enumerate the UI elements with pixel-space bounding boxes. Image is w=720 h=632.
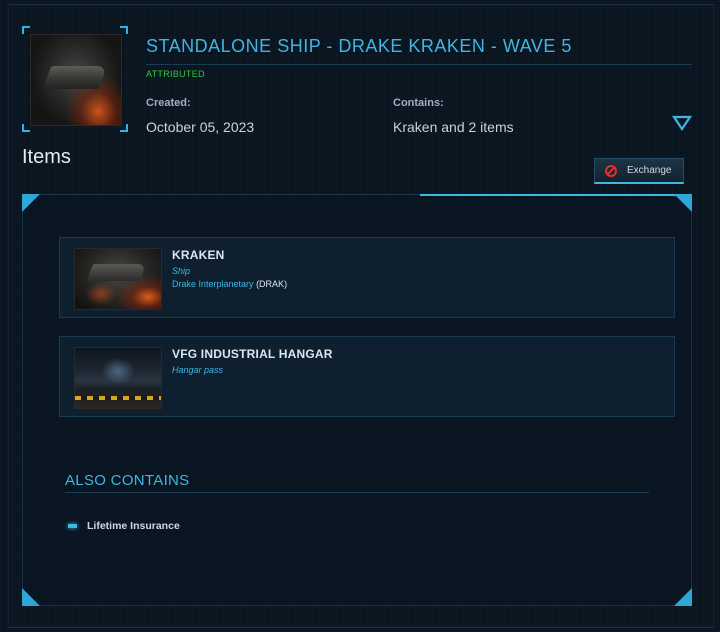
exchange-button-label: Exchange <box>627 165 672 176</box>
also-contains-heading: ALSO CONTAINS <box>65 472 190 489</box>
chevron-down-icon[interactable] <box>672 114 692 132</box>
kraken-image <box>74 248 162 310</box>
item-name: KRAKEN <box>172 248 225 262</box>
item-type: Hangar pass <box>172 365 224 375</box>
pledge-title: STANDALONE SHIP - DRAKE KRAKEN - WAVE 5 <box>146 36 572 56</box>
created-value: October 05, 2023 <box>146 119 255 135</box>
exchange-button[interactable]: Exchange <box>594 158 684 184</box>
panel-corner-decoration <box>22 588 40 606</box>
manufacturer-code: (DRAK) <box>256 279 288 289</box>
also-contains-label: Lifetime Insurance <box>87 520 180 532</box>
frame-corner <box>22 124 30 132</box>
item-type: Ship <box>172 266 191 276</box>
no-entry-icon <box>605 164 617 177</box>
also-contains-item: Lifetime Insurance <box>68 520 180 532</box>
contains-value: Kraken and 2 items <box>393 119 514 135</box>
items-heading: Items <box>22 146 71 168</box>
manufacturer-name: Drake Interplanetary <box>172 279 254 289</box>
panel-corner-decoration <box>674 588 692 606</box>
panel-corner-decoration <box>674 194 692 212</box>
hangar-image <box>74 347 162 409</box>
contains-label: Contains: <box>393 97 444 109</box>
item-card-hangar[interactable]: VFG INDUSTRIAL HANGAR Hangar pass <box>59 336 675 417</box>
frame-corner <box>120 26 128 34</box>
kraken-ship-image <box>30 34 122 126</box>
item-name: VFG INDUSTRIAL HANGAR <box>172 347 333 361</box>
panel-corner-decoration <box>22 194 40 212</box>
bullet-dash-icon <box>68 524 77 528</box>
pledge-thumbnail <box>22 26 128 132</box>
created-label: Created: <box>146 97 191 109</box>
item-card-kraken[interactable]: KRAKEN Ship Drake Interplanetary (DRAK) <box>59 237 675 318</box>
frame-corner <box>22 26 30 34</box>
also-contains-divider <box>65 492 649 493</box>
panel-accent-line <box>420 194 692 196</box>
title-divider <box>146 64 692 65</box>
item-manufacturer: Drake Interplanetary (DRAK) <box>172 279 287 289</box>
status-badge: ATTRIBUTED <box>146 69 205 79</box>
